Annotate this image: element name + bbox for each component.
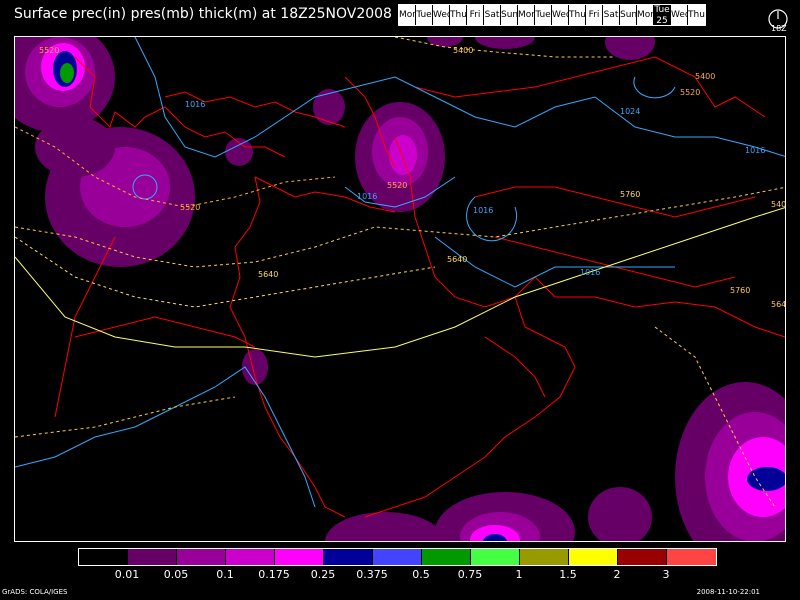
colorbar-label: 0.05 <box>163 568 189 581</box>
day-cell: Thu <box>569 5 586 25</box>
colorbar-label: 0.375 <box>356 568 388 581</box>
weather-map-page: Surface prec(in) pres(mb) thick(m) at 18… <box>0 0 800 600</box>
day-cell: Sun <box>501 5 518 25</box>
pressure-contour <box>434 236 675 288</box>
colorbar-label: 1 <box>515 568 523 581</box>
colorbar-swatch <box>226 549 275 565</box>
day-cell: Wed <box>671 5 688 25</box>
coastline <box>414 56 766 118</box>
precipitation-layer <box>15 37 785 541</box>
precip-area <box>242 349 268 385</box>
coastline <box>555 296 785 338</box>
pressure-label: 1016 <box>580 268 600 277</box>
pressure-label: 1024 <box>620 107 640 116</box>
pressure-label: 1016 <box>745 146 765 155</box>
colorbar-label: 1.5 <box>559 568 577 581</box>
thickness-label: 5400 <box>771 200 786 209</box>
day-cell: Sat <box>484 5 501 25</box>
colorbar-swatch <box>275 549 324 565</box>
map-title: Surface prec(in) pres(mb) thick(m) at 18… <box>14 6 392 22</box>
border <box>484 336 546 398</box>
day-cell: Wed <box>552 5 569 25</box>
thickness-label: 5520 <box>180 203 200 212</box>
colorbar-swatch <box>471 549 520 565</box>
coastline <box>364 296 576 518</box>
colorbar-swatch <box>520 549 569 565</box>
day-cell: Wed <box>433 5 450 25</box>
map-svg: 5520 5520 5520 5520 5400 5400 5400 5640 … <box>15 37 786 541</box>
colorbar-swatch <box>569 549 618 565</box>
footer-credit: GrADS: COLA/IGES <box>2 588 68 596</box>
precip-area <box>475 37 535 49</box>
colorbar-label: 0.75 <box>457 568 483 581</box>
colorbar-label: 0.1 <box>216 568 234 581</box>
current-day-label: Tue <box>654 5 670 15</box>
day-cell: Tue <box>535 5 552 25</box>
thickness-label: 5760 <box>730 286 750 295</box>
day-strip: Mon Tue Wed Thu Fri Sat Sun Mon Tue Wed … <box>398 4 706 26</box>
pressure-label: 1016 <box>357 192 377 201</box>
colorbar-label: 2 <box>613 568 621 581</box>
thickness-label: 5640 <box>258 270 278 279</box>
day-cell: Mon <box>399 5 416 25</box>
day-cell: Fri <box>467 5 484 25</box>
precip-area <box>588 487 652 541</box>
colorbar-label: 0.5 <box>412 568 430 581</box>
day-cell: Tue <box>416 5 433 25</box>
thickness-label: 5640 <box>447 255 467 264</box>
thickness-label: 5520 <box>39 46 59 55</box>
footer-timestamp: 2008-11-10-22:01 <box>696 588 760 596</box>
precip-area <box>35 117 115 177</box>
colorbar-label: 0.25 <box>310 568 336 581</box>
precipitation-colorbar <box>78 548 717 566</box>
pressure-label: 1016 <box>185 100 205 109</box>
colorbar-label: 0.01 <box>114 568 140 581</box>
clock-label: 18Z <box>771 24 787 33</box>
day-cell: Mon <box>637 5 654 25</box>
day-cell: Fri <box>586 5 603 25</box>
precip-area <box>389 135 417 175</box>
colorbar-swatch <box>324 549 373 565</box>
border <box>474 186 756 218</box>
map-panel: 5520 5520 5520 5520 5400 5400 5400 5640 … <box>14 36 786 542</box>
day-cell: Sun <box>620 5 637 25</box>
pressure-contour <box>134 37 785 158</box>
thickness-label: 5640 <box>771 300 786 309</box>
thickness-label: 5520 <box>387 181 407 190</box>
current-day-cell: Tue 25 <box>654 5 671 25</box>
day-cell: Thu <box>688 5 705 25</box>
day-cell: Sat <box>603 5 620 25</box>
day-cell: Mon <box>518 5 535 25</box>
thickness-label: 5400 <box>695 72 715 81</box>
pressure-label: 1016 <box>473 206 493 215</box>
precip-area <box>60 63 74 83</box>
thickness-label: 5520 <box>680 88 700 97</box>
colorbar-label: 0.175 <box>258 568 290 581</box>
colorbar-swatch <box>79 549 128 565</box>
colorbar-swatch <box>373 549 422 565</box>
colorbar-swatch <box>128 549 177 565</box>
current-day-number: 25 <box>656 16 668 25</box>
pressure-contour <box>633 76 676 99</box>
colorbar-swatch <box>667 549 716 565</box>
day-cell: Thu <box>450 5 467 25</box>
precip-area <box>313 89 345 125</box>
precip-area <box>747 467 785 491</box>
thickness-label: 5760 <box>620 190 640 199</box>
colorbar-swatch <box>177 549 226 565</box>
colorbar-label: 3 <box>662 568 670 581</box>
thickness-label: 5400 <box>453 46 473 55</box>
thickness-contour <box>15 396 236 438</box>
colorbar-swatch <box>618 549 667 565</box>
colorbar-swatch <box>422 549 471 565</box>
pressure-contour <box>15 366 316 508</box>
